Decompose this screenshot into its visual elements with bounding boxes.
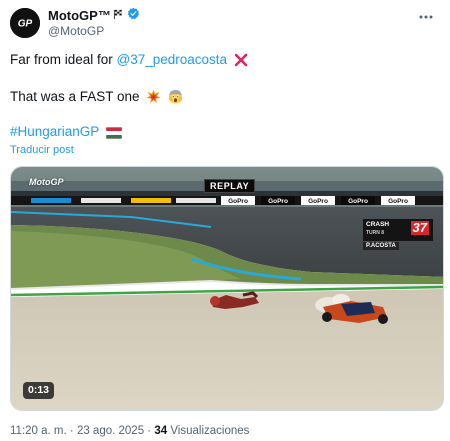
tweet-text: Far from ideal for: [10, 52, 117, 67]
tweet-footer: 11:20 a. m. · 23 ago. 2025 · 34 Visualiz…: [10, 425, 249, 437]
banner-text: GoPro: [308, 198, 328, 205]
checkered-flag-icon: [113, 7, 124, 25]
tweet-text-line-1: Far from ideal for @37_pedroacosta: [10, 51, 248, 72]
hashtag-link[interactable]: #HungarianGP: [10, 124, 99, 139]
display-name[interactable]: MotoGP™: [48, 8, 111, 23]
video-duration: 0:13: [23, 382, 55, 399]
cross-mark-icon: [234, 53, 248, 72]
views-label[interactable]: Visualizaciones: [170, 425, 249, 437]
motogp-watermark: MotoGP: [29, 177, 64, 187]
tweet-header: GP MotoGP™ @MotoGP: [10, 7, 440, 39]
separator: ·: [69, 425, 74, 437]
crash-rider-number: 37: [410, 220, 429, 235]
video-player[interactable]: GoPro GoPro GoPro GoPro GoPro MotoGP REP…: [10, 166, 444, 411]
banner-text: GoPro: [388, 198, 408, 205]
tweet-text: That was a FAST one: [10, 89, 140, 104]
tweet-date[interactable]: 23 ago. 2025: [77, 425, 144, 437]
banner-text: GoPro: [228, 198, 248, 205]
advertising-boards: GoPro GoPro GoPro GoPro GoPro: [11, 196, 443, 205]
author-handle[interactable]: @MotoGP: [48, 24, 140, 39]
more-options-icon[interactable]: [416, 10, 436, 24]
collision-icon: [146, 89, 161, 109]
video-frame: GoPro GoPro GoPro GoPro GoPro: [11, 167, 443, 410]
banner-text: GoPro: [268, 198, 288, 205]
crash-rider-name: P.ACOSTA: [363, 242, 399, 250]
mention-link[interactable]: @37_pedroacosta: [117, 52, 228, 67]
scream-face-icon: [168, 89, 183, 109]
translate-post-link[interactable]: Traducir post: [10, 144, 74, 156]
tweet-text-line-2: That was a FAST one: [10, 88, 183, 109]
motogp-logo-icon: GP: [10, 8, 40, 38]
views-count: 34: [154, 425, 168, 437]
verified-icon: [127, 7, 140, 25]
hungary-flag-icon: [105, 126, 123, 144]
tweet-time[interactable]: 11:20 a. m.: [10, 425, 67, 437]
tweet-text-line-3: #HungarianGP: [10, 123, 123, 144]
banner-text: GoPro: [348, 198, 368, 205]
author-names: MotoGP™ @MotoGP: [48, 7, 140, 39]
avatar[interactable]: GP: [10, 8, 40, 38]
crash-overlay: CRASH TURN 8 37: [363, 219, 433, 241]
replay-badge: REPLAY: [204, 179, 256, 193]
separator: ·: [147, 425, 152, 437]
